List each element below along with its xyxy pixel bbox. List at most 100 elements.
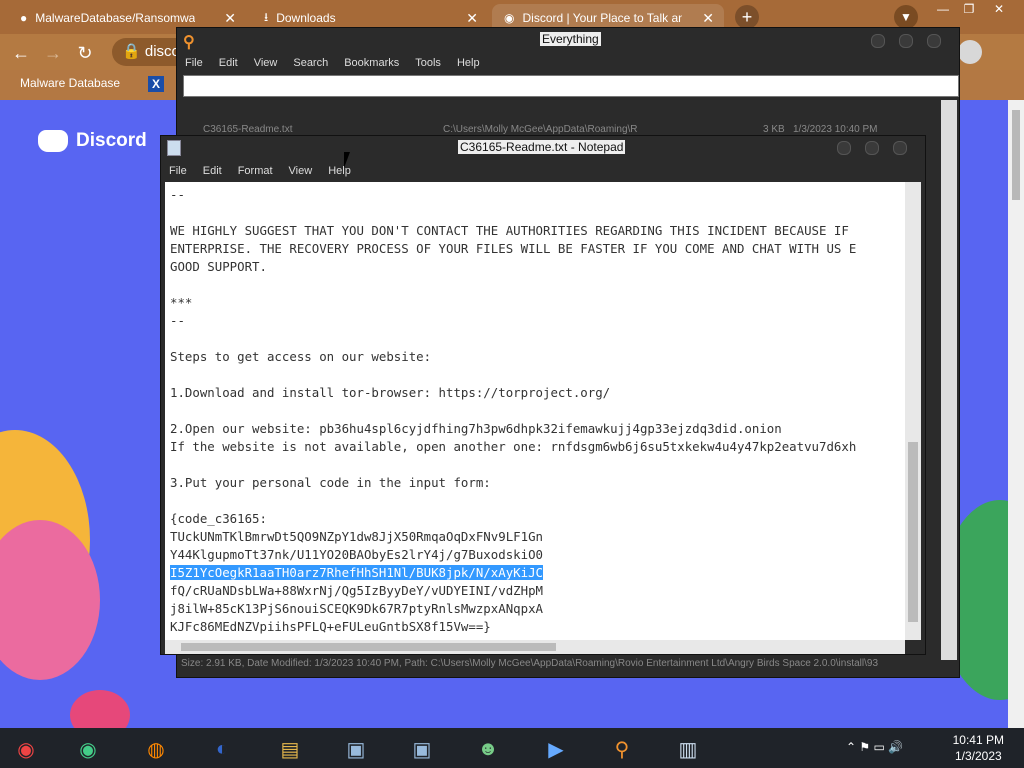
github-icon: ● bbox=[20, 11, 28, 25]
notepad-title: C36165-Readme.txt - Notepad bbox=[458, 140, 626, 154]
document-text: -- WE HIGHLY SUGGEST THAT YOU DON'T CONT… bbox=[165, 182, 905, 640]
notepad-text-area[interactable]: -- WE HIGHLY SUGGEST THAT YOU DON'T CONT… bbox=[165, 182, 905, 640]
menu-file[interactable]: File bbox=[161, 162, 195, 178]
mouse-cursor-icon bbox=[344, 152, 350, 168]
menu-help[interactable]: Help bbox=[320, 162, 359, 178]
bookmark-malware-database[interactable]: Malware Database bbox=[20, 76, 120, 90]
explorer-icon[interactable]: ▤ bbox=[268, 732, 312, 766]
restore-button[interactable]: ❐ bbox=[956, 0, 982, 18]
text-line: ENTERPRISE. THE RECOVERY PROCESS OF YOUR… bbox=[170, 241, 857, 256]
row-path: C:\Users\Molly McGee\AppData\Roaming\R bbox=[443, 124, 638, 135]
close-button[interactable] bbox=[893, 141, 907, 155]
maximize-button[interactable] bbox=[899, 34, 913, 48]
new-tab-button[interactable]: + bbox=[735, 5, 759, 29]
magnifier-icon: ⚲ bbox=[183, 34, 195, 51]
scrollbar-thumb[interactable] bbox=[1012, 110, 1020, 200]
row-name: C36165-Readme.txt bbox=[203, 124, 293, 135]
users-icon[interactable]: ☻ bbox=[466, 732, 510, 766]
notepad-menubar: File Edit Format View Help bbox=[161, 162, 925, 178]
installer2-icon[interactable]: ▣ bbox=[400, 732, 444, 766]
horizontal-scrollbar[interactable] bbox=[165, 640, 905, 654]
download-icon: ⭳ bbox=[264, 9, 269, 24]
system-clock[interactable]: 10:41 PM 1/3/2023 bbox=[953, 732, 1004, 764]
text-line: GOOD SUPPORT. bbox=[170, 259, 267, 274]
tab-label: Downloads bbox=[276, 11, 336, 25]
notepad-window: C36165-Readme.txt - Notepad File Edit Fo… bbox=[160, 135, 926, 655]
minimize-button[interactable]: — bbox=[930, 0, 956, 18]
menu-view[interactable]: View bbox=[281, 162, 321, 178]
discord-icon bbox=[38, 130, 68, 152]
back-icon[interactable]: ← bbox=[8, 40, 34, 66]
firefox-icon[interactable]: ◍ bbox=[134, 732, 178, 766]
text-line: 3.Put your personal code in the input fo… bbox=[170, 475, 491, 490]
chevron-down-icon[interactable]: ▼ bbox=[894, 5, 918, 29]
menu-edit[interactable]: Edit bbox=[211, 54, 246, 72]
powershell-icon[interactable]: ▶ bbox=[534, 732, 578, 766]
vertical-scrollbar[interactable] bbox=[905, 182, 921, 640]
profile-avatar[interactable] bbox=[958, 40, 982, 64]
discord-logo-text: Discord bbox=[76, 130, 147, 151]
discord-logo[interactable]: Discord bbox=[38, 130, 147, 152]
menu-search[interactable]: Search bbox=[285, 54, 336, 72]
minimize-button[interactable] bbox=[871, 34, 885, 48]
menu-edit[interactable]: Edit bbox=[195, 162, 230, 178]
text-line: fQ/cRUaNDsbLWa+88WxrNj/Qg5IzByyDeY/vUDYE… bbox=[170, 583, 543, 598]
address-bar[interactable]: 🔒 disco bbox=[112, 38, 182, 66]
bookmark-x-icon[interactable]: X bbox=[148, 76, 164, 92]
minimize-button[interactable] bbox=[837, 141, 851, 155]
text-line: KJFc86MEdNZVpiihsPFLQ+eFULeuGntbSX8f15Vw… bbox=[170, 619, 491, 634]
page-scrollbar[interactable] bbox=[1008, 100, 1024, 728]
text-line: Y44KlgupmoTt37nk/U11YO20BAObyEs2lrY4j/g7… bbox=[170, 547, 543, 562]
clock-date: 1/3/2023 bbox=[954, 749, 1002, 763]
row-size: 3 KB bbox=[763, 124, 785, 135]
close-button[interactable] bbox=[927, 34, 941, 48]
text-line: If the website is not available, open an… bbox=[170, 439, 857, 454]
menu-view[interactable]: View bbox=[246, 54, 286, 72]
menu-format[interactable]: Format bbox=[230, 162, 281, 178]
chrome-old-icon[interactable]: ◉ bbox=[4, 732, 48, 766]
forward-icon[interactable]: → bbox=[40, 40, 66, 66]
text-line: Steps to get access on our website: bbox=[170, 349, 432, 364]
everything-icon[interactable]: ⚲ bbox=[600, 732, 644, 766]
notepad-icon bbox=[167, 140, 181, 156]
lock-icon: 🔒 bbox=[122, 43, 145, 60]
reload-icon[interactable]: ↻ bbox=[72, 40, 98, 66]
everything-title: Everything bbox=[540, 32, 601, 46]
scrollbar-thumb[interactable] bbox=[908, 442, 918, 622]
menu-file[interactable]: File bbox=[177, 54, 211, 72]
row-date: 1/3/2023 10:40 PM bbox=[793, 124, 878, 135]
text-line: TUckUNmTKlBmrwDt5QO9NZpY1dw8JjX50RmqaOqD… bbox=[170, 529, 543, 544]
notepad-icon[interactable]: ▥ bbox=[666, 732, 710, 766]
chrome-icon[interactable]: ◉ bbox=[66, 732, 110, 766]
text-line: I5Z1YcOegkR1aaTH0arz7RhefHhSH1Nl/BUK8jpk… bbox=[170, 565, 543, 580]
tab-label: MalwareDatabase/Ransomware a bbox=[35, 11, 196, 25]
text-line: -- bbox=[170, 313, 185, 328]
obama-icon[interactable]: ◐ bbox=[200, 732, 244, 766]
address-text: disco bbox=[144, 43, 180, 60]
menu-help[interactable]: Help bbox=[449, 54, 488, 72]
text-line: j8ilW+85cK13PjS6nouiSCEQK9Dk67R7ptyRnlsM… bbox=[170, 601, 543, 616]
installer-icon[interactable]: ▣ bbox=[334, 732, 378, 766]
text-line: -- bbox=[170, 187, 185, 202]
everything-menubar: File Edit View Search Bookmarks Tools He… bbox=[177, 54, 959, 72]
tab-label: Discord | Your Place to Talk and bbox=[522, 11, 683, 25]
everything-scrollbar[interactable] bbox=[941, 100, 957, 660]
text-line: *** bbox=[170, 295, 193, 310]
menu-tools[interactable]: Tools bbox=[407, 54, 449, 72]
close-icon[interactable]: ✕ bbox=[466, 10, 478, 27]
maximize-button[interactable] bbox=[865, 141, 879, 155]
everything-statusbar: Size: 2.91 KB, Date Modified: 1/3/2023 1… bbox=[181, 658, 879, 669]
close-icon[interactable]: ✕ bbox=[224, 10, 236, 27]
taskbar: ◉ ◉ ◍ ◐ ▤ ▣ ▣ ☻ ▶ ⚲ ▥ ⌃ ⚑ ▭ 🔊 10:41 PM 1… bbox=[0, 728, 1024, 768]
clock-time: 10:41 PM bbox=[952, 733, 1004, 747]
globe-icon: ◉ bbox=[504, 11, 515, 25]
tray-icons[interactable]: ⌃ ⚑ ▭ 🔊 bbox=[846, 740, 903, 754]
menu-bookmarks[interactable]: Bookmarks bbox=[336, 54, 407, 72]
text-line: {code_c36165: bbox=[170, 511, 267, 526]
close-icon[interactable]: ✕ bbox=[702, 10, 714, 27]
close-window-button[interactable]: ✕ bbox=[986, 0, 1012, 18]
search-input[interactable] bbox=[183, 75, 959, 97]
text-line: 2.Open our website: pb36hu4spl6cyjdfhing… bbox=[170, 421, 782, 436]
column-headers[interactable] bbox=[181, 100, 955, 116]
scrollbar-thumb[interactable] bbox=[181, 643, 556, 651]
